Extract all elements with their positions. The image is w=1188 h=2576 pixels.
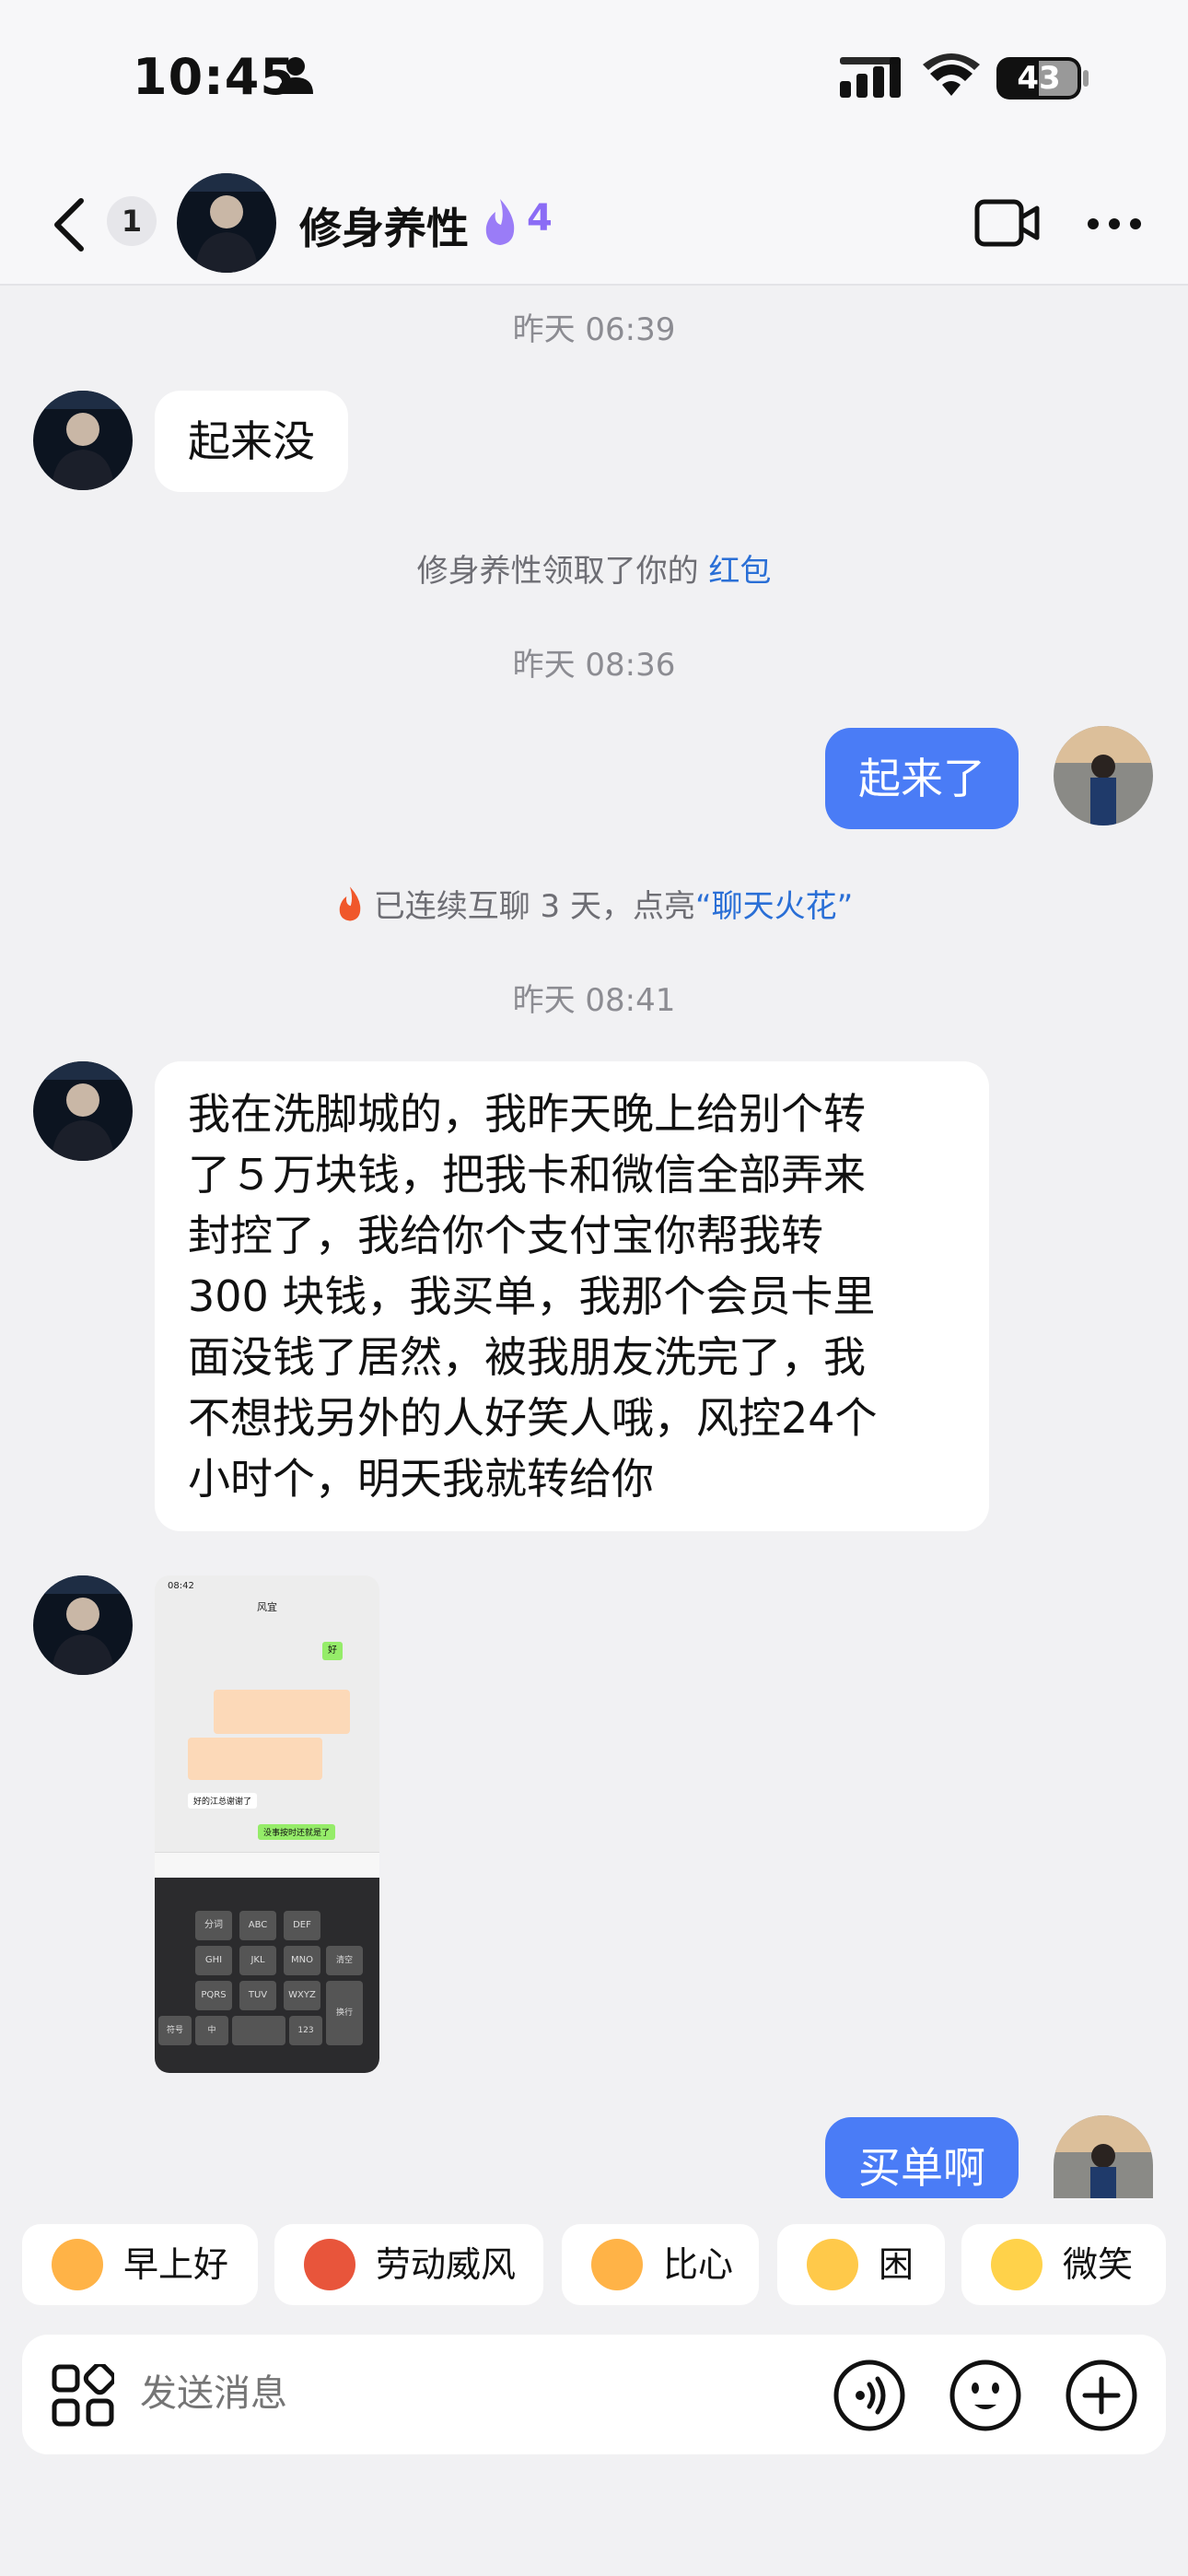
contact-message-avatar[interactable] [33,391,133,490]
thumb-key: 分词 [195,1911,232,1940]
quick-reply-label: 早上好 [123,2244,229,2285]
quick-reply-label: 劳动威风 [376,2244,517,2285]
contact-name[interactable]: 修身养性 [299,195,469,256]
thumb-keyboard: 分词 ABC DEF GHI JKL MNO PQRS TUV WXYZ 符号 … [155,1878,379,2073]
emoji-face-icon[interactable] [949,2359,1022,2432]
status-time: 10:45 [133,48,296,106]
thumb-key: ABC [239,1911,276,1940]
unread-count-badge[interactable]: 1 [107,196,157,246]
thumb-bubble: 没事按时还就是了 [258,1824,336,1840]
incoming-message-bubble[interactable]: 起来没 [155,391,348,492]
my-avatar[interactable] [1054,726,1153,825]
timestamp: 昨天 08:41 [512,982,676,1019]
video-call-icon[interactable] [974,199,1041,247]
back-arrow-icon[interactable] [46,195,92,254]
quick-reply-label: 比心 [663,2244,734,2285]
my-avatar[interactable] [1054,2115,1153,2198]
redpacket-system-notice: 修身养性领取了你的 红包 [0,545,1188,591]
crab-emoji-icon [304,2239,355,2290]
outgoing-message-bubble[interactable]: 起来了 [825,728,1019,829]
timestamp: 昨天 06:39 [512,311,676,348]
more-options-icon[interactable] [1087,217,1142,230]
outgoing-message-bubble[interactable]: 买单啊 [825,2117,1019,2200]
battery-cap [1083,70,1089,87]
spark-link[interactable]: “聊天火花” [695,888,853,925]
thumb-key: MNO [284,1946,320,1975]
quick-reply-chip[interactable]: 早上好 [22,2224,258,2305]
thumb-bubble: 好 [322,1642,343,1660]
redpacket-notice-text: 修身养性领取了你的 [416,553,699,590]
thumb-key: DEF [284,1911,320,1940]
quick-reply-chip[interactable]: 困 [777,2224,945,2305]
message-line: 小时个，明天我就转给你 [188,1454,654,1504]
heart-hands-emoji-icon [591,2239,643,2290]
message-line: 我在洗脚城的，我昨天晚上给别个转 [188,1089,866,1139]
thumb-key: 换行 [326,1981,363,2045]
redpacket-link[interactable]: 红包 [708,553,771,590]
thumb-transfer [188,1738,322,1780]
spark-flame-icon[interactable] [481,197,519,247]
spark-system-notice: 已连续互聊 3 天，点亮“聊天火花” [0,881,1188,926]
thumb-key: 中 [195,2016,228,2045]
cellular-signal-icon [840,57,901,98]
quick-reply-chip[interactable]: 微笑 [961,2224,1166,2305]
thumb-space-key [232,2016,285,2045]
add-plus-icon[interactable] [1065,2359,1138,2432]
thumb-key: JKL [239,1946,276,1975]
battery-level: 43 [1017,60,1061,97]
message-line: 面没钱了居然，被我朋友洗完了，我 [188,1332,866,1382]
battery-icon: 43 [996,57,1081,100]
apps-grid-icon[interactable] [52,2364,114,2427]
thumb-input [155,1852,379,1878]
message-line: 封控了，我给你个支付宝你帮我转 [188,1211,823,1260]
thumb-bubble: 好的江总谢谢了 [188,1793,258,1809]
thumb-key: 符号 [158,2016,192,2045]
home-indicator-area [0,2454,1188,2576]
thumb-key: TUV [239,1981,276,2010]
message-line: 不想找另外的人好笑人哦，风控24个 [188,1393,878,1443]
quick-reply-chip[interactable]: 劳动威风 [274,2224,543,2305]
spark-count: 4 [527,197,553,240]
quick-reply-label: 困 [879,2244,914,2285]
quick-reply-bar: 早上好 劳动威风 比心 困 微笑 [0,2198,1188,2313]
image-message-thumbnail[interactable]: 08:42 风宜 好 好的江总谢谢了 没事按时还就是了 分词 ABC DEF G… [155,1575,379,2073]
message-input[interactable] [138,2359,801,2429]
person-icon [278,57,313,94]
fire-icon [339,886,361,921]
message-line: 300 块钱，我买单，我那个会员卡里 [188,1271,876,1321]
thumb-key: WXYZ [284,1981,320,2010]
message-line: 了５万块钱，把我卡和微信全部弄来 [188,1150,866,1200]
contact-avatar[interactable] [177,173,276,273]
thumb-transfer [214,1690,350,1734]
spark-notice-text: 已连续互聊 3 天，点亮 [373,888,695,925]
thumb-key: PQRS [195,1981,232,2010]
sleepy-face-emoji-icon [807,2239,858,2290]
incoming-long-message-bubble[interactable]: 我在洗脚城的，我昨天晚上给别个转 了５万块钱，把我卡和微信全部弄来 封控了，我给… [155,1061,989,1531]
quick-reply-label: 微笑 [1063,2244,1134,2285]
contact-message-avatar[interactable] [33,1061,133,1161]
voice-message-icon[interactable] [833,2359,906,2432]
sun-face-emoji-icon [52,2239,103,2290]
thumb-key: GHI [195,1946,232,1975]
wifi-icon [923,53,980,96]
smile-face-emoji-icon [991,2239,1042,2290]
thumb-title: 风宜 [257,1601,277,1613]
timestamp: 昨天 08:36 [512,647,676,684]
thumb-time: 08:42 [168,1581,194,1591]
quick-reply-chip[interactable]: 比心 [562,2224,759,2305]
thumb-key: 123 [289,2016,322,2045]
contact-message-avatar[interactable] [33,1575,133,1675]
thumb-key: 清空 [326,1946,363,1975]
